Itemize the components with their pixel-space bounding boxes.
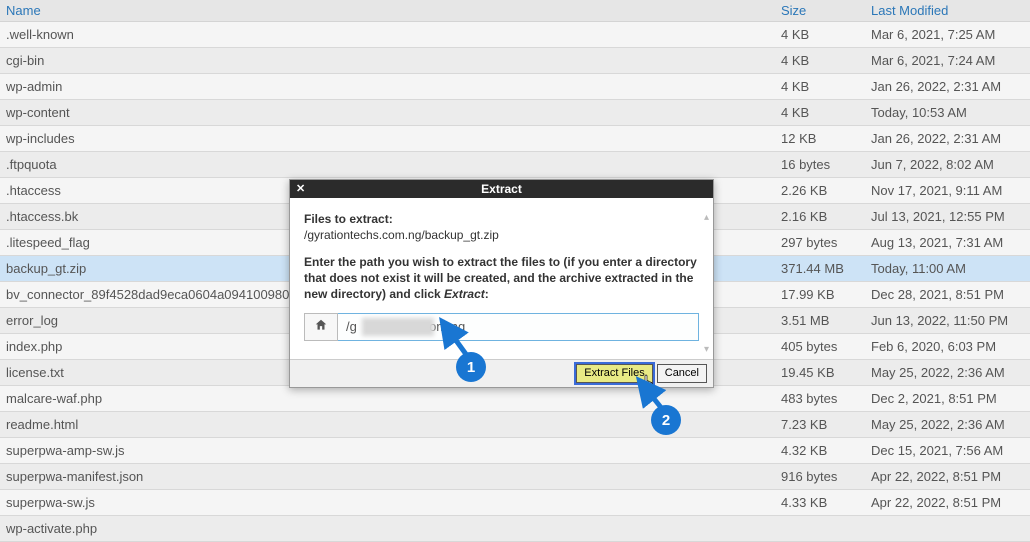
- dialog-title: Extract: [481, 182, 522, 196]
- table-row[interactable]: .ftpquota16 bytesJun 7, 2022, 8:02 AM: [0, 152, 1030, 178]
- cell-size: 19.45 KB: [775, 365, 865, 380]
- cell-size: 4 KB: [775, 79, 865, 94]
- cell-modified: Feb 6, 2020, 6:03 PM: [865, 339, 1030, 354]
- cell-modified: Today, 10:53 AM: [865, 105, 1030, 120]
- cell-modified: Mar 6, 2021, 7:24 AM: [865, 53, 1030, 68]
- table-row[interactable]: cgi-bin4 KBMar 6, 2021, 7:24 AM: [0, 48, 1030, 74]
- cell-name: wp-includes: [0, 131, 775, 146]
- cell-name: superpwa-manifest.json: [0, 469, 775, 484]
- table-row[interactable]: readme.html7.23 KBMay 25, 2022, 2:36 AM: [0, 412, 1030, 438]
- cell-modified: Jun 13, 2022, 11:50 PM: [865, 313, 1030, 328]
- cell-size: 483 bytes: [775, 391, 865, 406]
- table-header: Name Size Last Modified: [0, 0, 1030, 22]
- dialog-title-bar[interactable]: ✕ Extract: [290, 180, 713, 198]
- home-icon: [314, 318, 328, 335]
- cell-name: cgi-bin: [0, 53, 775, 68]
- cell-size: 4 KB: [775, 53, 865, 68]
- cell-modified: Nov 17, 2021, 9:11 AM: [865, 183, 1030, 198]
- cell-size: 2.16 KB: [775, 209, 865, 224]
- cell-name: .ftpquota: [0, 157, 775, 172]
- table-row[interactable]: wp-includes12 KBJan 26, 2022, 2:31 AM: [0, 126, 1030, 152]
- cell-name: superpwa-sw.js: [0, 495, 775, 510]
- table-row[interactable]: superpwa-manifest.json916 bytesApr 22, 2…: [0, 464, 1030, 490]
- cell-size: 2.26 KB: [775, 183, 865, 198]
- cell-modified: May 25, 2022, 2:36 AM: [865, 417, 1030, 432]
- cell-name: .well-known: [0, 27, 775, 42]
- cell-modified: Dec 2, 2021, 8:51 PM: [865, 391, 1030, 406]
- table-row[interactable]: wp-activate.php: [0, 516, 1030, 542]
- cell-modified: Today, 11:00 AM: [865, 261, 1030, 276]
- cell-size: 16 bytes: [775, 157, 865, 172]
- cell-modified: Mar 6, 2021, 7:25 AM: [865, 27, 1030, 42]
- table-row[interactable]: superpwa-amp-sw.js4.32 KBDec 15, 2021, 7…: [0, 438, 1030, 464]
- cell-size: 4 KB: [775, 105, 865, 120]
- table-row[interactable]: .well-known4 KBMar 6, 2021, 7:25 AM: [0, 22, 1030, 48]
- files-to-extract-path: /gyrationtechs.com.ng/backup_gt.zip: [304, 228, 699, 242]
- cell-modified: Jan 26, 2022, 2:31 AM: [865, 79, 1030, 94]
- cell-modified: Jan 26, 2022, 2:31 AM: [865, 131, 1030, 146]
- cell-size: 916 bytes: [775, 469, 865, 484]
- cell-modified: Dec 28, 2021, 8:51 PM: [865, 287, 1030, 302]
- cell-modified: Jul 13, 2021, 12:55 PM: [865, 209, 1030, 224]
- cell-size: 7.23 KB: [775, 417, 865, 432]
- scroll-down-icon: ▾: [704, 344, 709, 355]
- files-to-extract-label: Files to extract:: [304, 212, 699, 226]
- home-button[interactable]: [304, 313, 338, 341]
- cell-modified: May 25, 2022, 2:36 AM: [865, 365, 1030, 380]
- header-modified[interactable]: Last Modified: [865, 3, 1030, 18]
- cell-modified: Jun 7, 2022, 8:02 AM: [865, 157, 1030, 172]
- header-size[interactable]: Size: [775, 3, 865, 18]
- table-row[interactable]: wp-admin4 KBJan 26, 2022, 2:31 AM: [0, 74, 1030, 100]
- extract-path-input[interactable]: [338, 313, 699, 341]
- header-name[interactable]: Name: [0, 3, 775, 18]
- cell-name: wp-activate.php: [0, 521, 775, 536]
- table-row[interactable]: wp-content4 KBToday, 10:53 AM: [0, 100, 1030, 126]
- cell-name: wp-content: [0, 105, 775, 120]
- cell-modified: Dec 15, 2021, 7:56 AM: [865, 443, 1030, 458]
- table-row[interactable]: malcare-waf.php483 bytesDec 2, 2021, 8:5…: [0, 386, 1030, 412]
- path-input-row: [304, 313, 699, 341]
- cell-modified: Apr 22, 2022, 8:51 PM: [865, 495, 1030, 510]
- cell-modified: Aug 13, 2021, 7:31 AM: [865, 235, 1030, 250]
- close-icon[interactable]: ✕: [296, 180, 305, 198]
- extract-dialog: ✕ Extract ▴ Files to extract: /gyrationt…: [289, 179, 714, 388]
- table-row[interactable]: superpwa-sw.js4.33 KBApr 22, 2022, 8:51 …: [0, 490, 1030, 516]
- cell-size: 4.32 KB: [775, 443, 865, 458]
- cell-name: malcare-waf.php: [0, 391, 775, 406]
- cell-size: 297 bytes: [775, 235, 865, 250]
- cell-size: 17.99 KB: [775, 287, 865, 302]
- dialog-footer: Extract Files Cancel: [290, 360, 713, 387]
- cell-name: superpwa-amp-sw.js: [0, 443, 775, 458]
- cell-modified: Apr 22, 2022, 8:51 PM: [865, 469, 1030, 484]
- scroll-up-icon: ▴: [704, 212, 709, 223]
- cell-size: 405 bytes: [775, 339, 865, 354]
- cell-size: 4.33 KB: [775, 495, 865, 510]
- cancel-button[interactable]: Cancel: [657, 364, 707, 383]
- cell-name: wp-admin: [0, 79, 775, 94]
- dialog-body: ▴ Files to extract: /gyrationtechs.com.n…: [290, 198, 713, 360]
- cell-size: 3.51 MB: [775, 313, 865, 328]
- cell-size: 4 KB: [775, 27, 865, 42]
- extract-files-button[interactable]: Extract Files: [576, 364, 653, 383]
- dialog-instruction: Enter the path you wish to extract the f…: [304, 254, 699, 303]
- cell-size: 12 KB: [775, 131, 865, 146]
- cell-size: 371.44 MB: [775, 261, 865, 276]
- cell-name: readme.html: [0, 417, 775, 432]
